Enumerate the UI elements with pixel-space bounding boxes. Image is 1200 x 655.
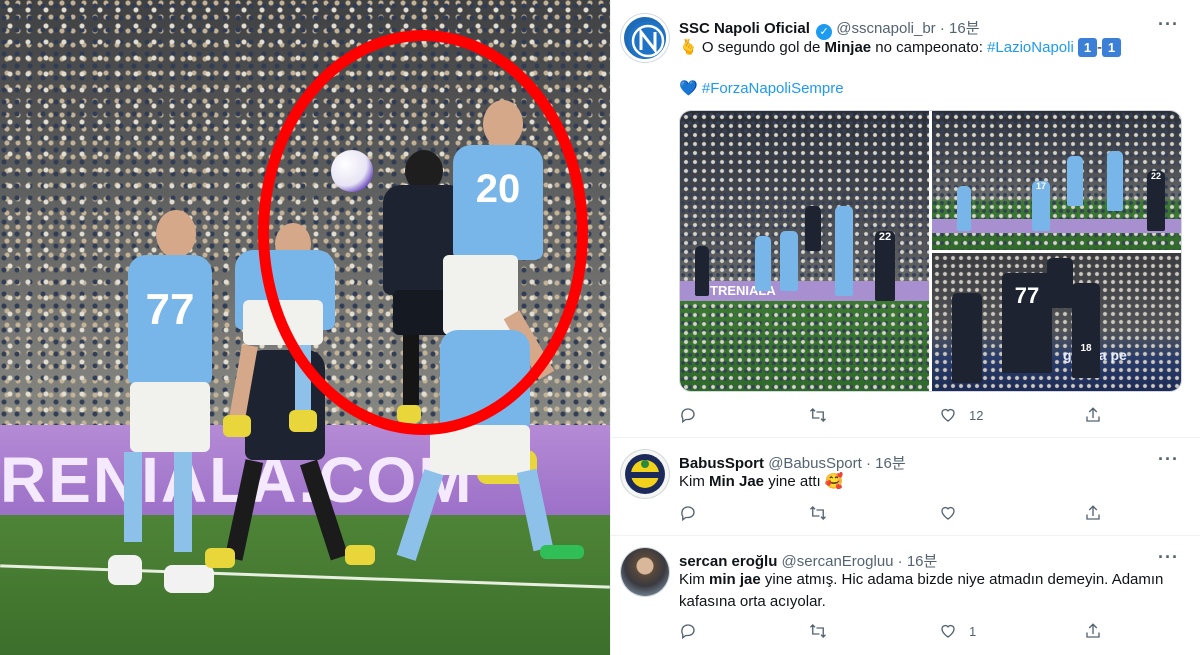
napoli-logo-icon[interactable] [621, 14, 669, 62]
hashtag-forza-napoli[interactable]: #ForzaNapoliSempre [702, 80, 844, 97]
media-image-1[interactable]: TRENIALA 22 [680, 111, 929, 391]
author-handle[interactable]: @BabusSport [768, 455, 862, 472]
tweet-time[interactable]: 16분 [949, 20, 980, 37]
like-button[interactable]: 1 [939, 622, 976, 640]
author-name[interactable]: SSC Napoli Oficial [679, 20, 810, 37]
media-image-2[interactable]: 17 22 [932, 111, 1181, 250]
score-home: 1 [1077, 38, 1097, 57]
score-away: 1 [1101, 38, 1121, 57]
reply-tweet-babussport[interactable]: BabusSport @BabusSport · 16분 ··· Kim Min… [611, 438, 1200, 536]
author-name[interactable]: BabusSport [679, 455, 764, 472]
tweet-actions [679, 504, 1109, 524]
share-icon [1086, 623, 1100, 638]
reply-button[interactable] [679, 406, 697, 424]
reply-icon [681, 506, 695, 522]
more-options-icon[interactable]: ··· [1158, 14, 1179, 35]
tweet-actions: 12 [679, 406, 1109, 426]
tweet-header: BabusSport @BabusSport · 16분 [679, 455, 906, 472]
reply-icon [681, 408, 695, 424]
media-grid[interactable]: TRENIALA 22 17 22 genzia pe 77 18 [679, 110, 1182, 392]
author-handle[interactable]: @sscnapoli_br [836, 20, 935, 37]
lazio-player-77: 77 [108, 210, 218, 593]
tweet-time[interactable]: 16분 [907, 553, 938, 570]
tweet-time[interactable]: 16분 [875, 455, 906, 472]
share-icon [1086, 407, 1100, 422]
heart-icon [941, 624, 955, 638]
tweet-text: Kim min jae yine atmış. Hic adama bizde … [679, 571, 1164, 610]
retweet-button[interactable] [809, 406, 827, 424]
like-button[interactable]: 12 [939, 406, 983, 424]
media-image-3[interactable]: genzia pe 77 18 [932, 253, 1181, 391]
like-count: 1 [969, 623, 977, 639]
reply-button[interactable] [679, 504, 697, 522]
tweet-actions: 1 [679, 622, 1109, 642]
tweet-text: 🫰 O segundo gol de Minjae no campeonato:… [679, 37, 1179, 59]
heart-icon [941, 408, 955, 422]
tweet-main[interactable]: SSC Napoli Oficial ✓ @sscnapoli_br · 16분… [611, 0, 1200, 438]
reply-button[interactable] [679, 622, 697, 640]
share-icon [1086, 505, 1100, 520]
tweet-header: sercan eroğlu @sercanErogluu · 16분 [679, 553, 938, 570]
hashtag-laziona-napoli[interactable]: #LazioNapoli [987, 39, 1074, 56]
retweet-button[interactable] [809, 504, 827, 522]
like-count: 12 [969, 407, 984, 423]
more-options-icon[interactable]: ··· [1158, 547, 1179, 568]
more-options-icon[interactable]: ··· [1158, 449, 1179, 470]
retweet-button[interactable] [809, 622, 827, 640]
reply-tweet-sercan[interactable]: sercan eroğlu @sercanErogluu · 16분 ··· K… [611, 536, 1200, 655]
user-photo-icon[interactable] [621, 548, 669, 596]
tweet-feed: SSC Napoli Oficial ✓ @sscnapoli_br · 16분… [610, 0, 1200, 655]
match-photo: RENIALA.COM 77 20 [0, 0, 610, 655]
retweet-icon [810, 506, 826, 520]
heart-icon [941, 506, 955, 520]
author-handle[interactable]: @sercanErogluu [782, 553, 894, 570]
reply-icon [681, 624, 695, 640]
share-button[interactable] [1084, 406, 1102, 424]
share-button[interactable] [1084, 504, 1102, 522]
retweet-icon [810, 408, 826, 422]
like-button[interactable] [939, 504, 957, 522]
retweet-icon [810, 624, 826, 638]
highlight-circle [258, 30, 588, 435]
tweet-text-line2: 💙 #ForzaNapoliSempre [679, 80, 844, 97]
tweet-text: Kim Min Jae yine attı 🥰 [679, 473, 844, 490]
fenerbahce-crest-icon[interactable] [621, 450, 669, 498]
share-button[interactable] [1084, 622, 1102, 640]
author-name[interactable]: sercan eroğlu [679, 553, 777, 570]
